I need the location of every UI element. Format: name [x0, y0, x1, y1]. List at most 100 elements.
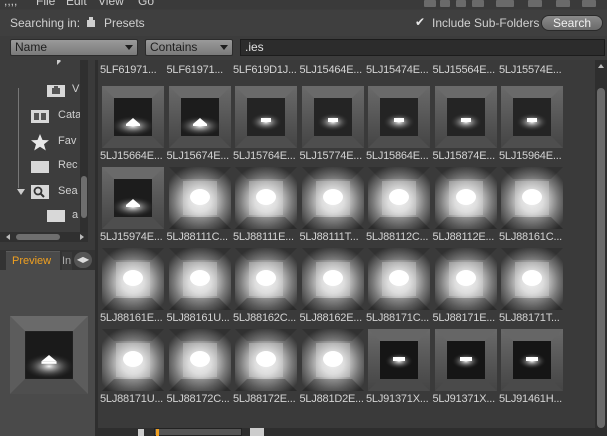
toolbar-button-1[interactable]: [424, 0, 436, 7]
filter-field-dropdown[interactable]: Name: [10, 39, 138, 56]
file-item[interactable]: 5LJ15864E...: [366, 86, 432, 167]
include-subfolders-checkbox[interactable]: ✔: [415, 16, 427, 28]
file-item[interactable]: 5LJ88172C...: [167, 329, 233, 410]
file-item[interactable]: 5LJ88111E...: [233, 167, 299, 248]
file-item[interactable]: 5LJ15764E...: [233, 86, 299, 167]
file-item[interactable]: 5LJ15474E...: [366, 60, 432, 80]
file-item[interactable]: 5LJ15674E...: [167, 86, 233, 167]
search-location[interactable]: Presets: [104, 16, 145, 30]
toolbar-button-2[interactable]: [440, 0, 450, 7]
file-name: 5LJ15674E...: [166, 150, 230, 162]
scroll-right-arrow-icon[interactable]: [80, 234, 84, 240]
toolbar-button-5[interactable]: [496, 0, 514, 7]
light-distribution-thumbnail: [102, 248, 164, 310]
file-item[interactable]: 5LJ88111C...: [167, 167, 233, 248]
file-item[interactable]: 5LJ15974E...: [100, 167, 166, 248]
tree-item-label: a: [72, 209, 79, 221]
file-item[interactable]: 5LJ91461H...: [499, 329, 565, 410]
file-item[interactable]: 5LJ88171T...: [499, 248, 565, 329]
file-name: 5LJ88111C...: [166, 231, 229, 243]
tree-item-favorites[interactable]: Fav: [30, 132, 80, 152]
toolbar-button-6[interactable]: [528, 0, 542, 7]
scroll-left-arrow-icon[interactable]: [6, 234, 10, 240]
file-name: 5LJ88112C...: [366, 231, 429, 243]
file-item[interactable]: 5LJ15464E...: [300, 60, 366, 80]
scroll-thumb[interactable]: [81, 176, 87, 218]
grid-vertical-scrollbar[interactable]: [595, 60, 607, 436]
tab-preview[interactable]: Preview: [6, 251, 60, 270]
menu-item-view[interactable]: View: [98, 0, 124, 8]
tab-scroll-arrows-icon[interactable]: ◀▶: [74, 252, 92, 268]
large-thumbnails-icon[interactable]: [250, 428, 264, 436]
file-item[interactable]: 5LJ88112C...: [366, 167, 432, 248]
tree-item-sub[interactable]: a: [46, 206, 80, 226]
file-item[interactable]: 5LJ88162E...: [300, 248, 366, 329]
slider-handle[interactable]: [156, 429, 159, 436]
tree-item-recent[interactable]: Rec: [30, 156, 80, 176]
searching-in-label: Searching in:: [10, 16, 81, 30]
preview-pane: [0, 270, 95, 436]
filter-operator-dropdown[interactable]: Contains: [145, 39, 233, 56]
file-item[interactable]: 5LF61971...: [100, 60, 166, 80]
file-item[interactable]: 5LJ15774E...: [300, 86, 366, 167]
file-item[interactable]: 5LJ15574E...: [499, 60, 565, 80]
file-item[interactable]: 5LJ88171U...: [100, 329, 166, 410]
file-item[interactable]: 5LJ15874E...: [433, 86, 499, 167]
file-item[interactable]: 5LJ881D2E...: [300, 329, 366, 410]
file-item[interactable]: 5LJ15664E...: [100, 86, 166, 167]
search-button[interactable]: Search: [541, 15, 603, 31]
file-item[interactable]: 5LF61971...: [167, 60, 233, 80]
toolbar-button-8[interactable]: [582, 0, 596, 7]
file-name: 5LJ88111E...: [233, 231, 294, 243]
file-item[interactable]: 5LJ88172E...: [233, 329, 299, 410]
file-name: 5LJ88111T...: [299, 231, 359, 243]
tree-item-label: Cata: [58, 109, 82, 121]
light-distribution-thumbnail: [168, 248, 231, 310]
tab-info[interactable]: In: [62, 252, 72, 270]
file-item[interactable]: 5LJ91371X...: [433, 329, 499, 410]
file-name: 5LJ15574E...: [499, 64, 562, 76]
tree-horizontal-scrollbar[interactable]: [0, 232, 88, 242]
file-item[interactable]: 5LJ88111T...: [300, 167, 366, 248]
file-name: 5LJ881D2E...: [299, 393, 364, 405]
file-name: 5LJ88161E...: [100, 312, 163, 324]
file-item[interactable]: 5LJ88162C...: [233, 248, 299, 329]
scroll-thumb[interactable]: [16, 234, 60, 240]
toolbar-button-3[interactable]: [456, 0, 466, 7]
file-item[interactable]: 5LJ88112E...: [433, 167, 499, 248]
file-item[interactable]: 5LF619D1J...: [233, 60, 299, 80]
menu-item-go[interactable]: Go: [138, 0, 154, 8]
file-item[interactable]: 5LJ88161C...: [499, 167, 565, 248]
light-distribution-thumbnail: [235, 167, 297, 229]
tree-item-catalogs[interactable]: Cata: [30, 106, 82, 126]
preview-tab-bar: Preview In ◀▶: [0, 250, 95, 270]
chevron-down-icon: [125, 45, 133, 50]
file-name: 5LJ15864E...: [366, 150, 429, 162]
tree-item-label: V: [72, 83, 80, 95]
menu-item-edit[interactable]: Edit: [66, 0, 87, 8]
tree-item-search[interactable]: Sea: [16, 182, 80, 202]
file-item[interactable]: 5LJ91371X...: [366, 329, 432, 410]
menu-bar: ;;;; File Edit View Go: [0, 0, 607, 9]
file-item[interactable]: 5LJ88161E...: [100, 248, 166, 329]
filter-value-input[interactable]: .ies: [240, 39, 605, 56]
light-distribution-thumbnail: [501, 86, 563, 148]
small-thumbnails-icon[interactable]: [138, 429, 144, 436]
file-item[interactable]: 5LJ15564E...: [433, 60, 499, 80]
file-name: 5LJ88172C...: [166, 393, 230, 405]
scroll-thumb[interactable]: [597, 88, 605, 428]
search-icon: [31, 185, 49, 199]
file-item[interactable]: 5LJ88161U...: [167, 248, 233, 329]
tree-expand-arrow[interactable]: [56, 60, 62, 65]
toolbar-button-4[interactable]: [472, 0, 484, 7]
file-item[interactable]: 5LJ88171E...: [433, 248, 499, 329]
scroll-up-arrow-icon[interactable]: [598, 64, 604, 68]
thumbnail-size-slider[interactable]: [154, 428, 242, 436]
star-icon[interactable]: [556, 0, 570, 7]
light-distribution-thumbnail: [501, 329, 563, 391]
file-item[interactable]: 5LJ15964E...: [499, 86, 565, 167]
file-item[interactable]: 5LJ88171C...: [366, 248, 432, 329]
file-name: 5LJ88162C...: [233, 312, 297, 324]
menu-item-file[interactable]: File: [36, 0, 55, 8]
tree-vertical-scrollbar[interactable]: [80, 60, 88, 232]
